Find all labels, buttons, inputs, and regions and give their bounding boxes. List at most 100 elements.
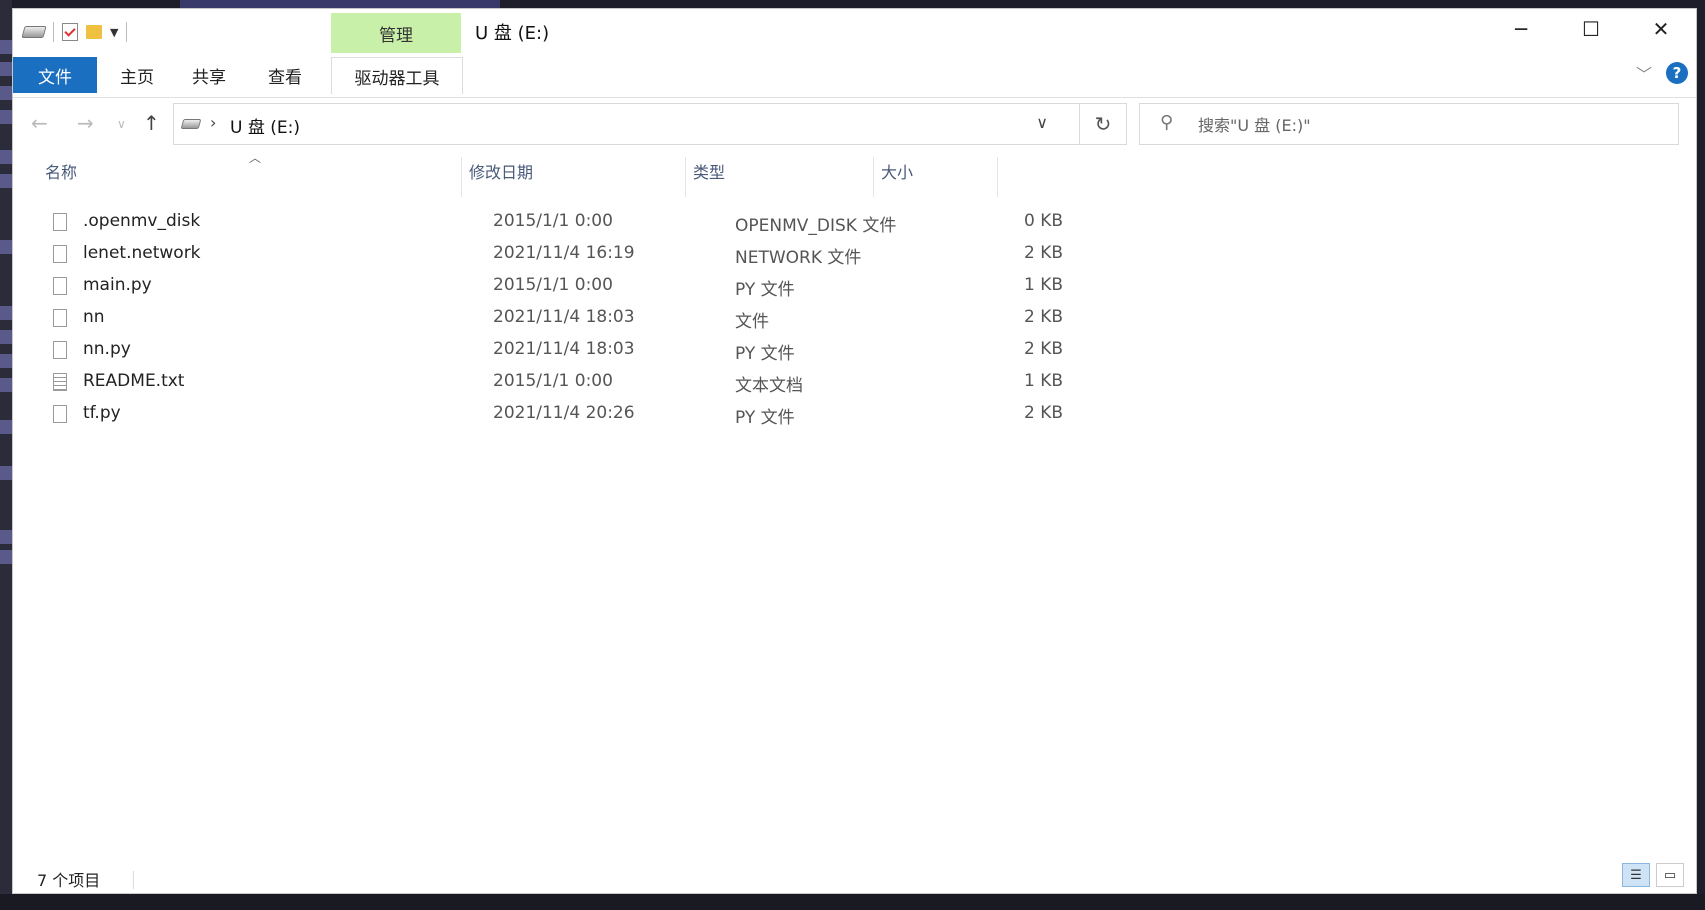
file-name: .openmv_disk — [83, 211, 201, 231]
tab-home[interactable]: 主页 — [109, 57, 165, 93]
back-arrow-icon[interactable]: ← — [31, 111, 48, 135]
file-row[interactable]: tf.py 2021/11/4 20:26 PY 文件 2 KB — [37, 399, 1067, 431]
tab-share[interactable]: 共享 — [181, 57, 237, 93]
status-separator — [133, 871, 134, 889]
file-row[interactable]: nn.py 2021/11/4 18:03 PY 文件 2 KB — [37, 335, 1067, 367]
address-dropdown-icon[interactable]: ∨ — [1036, 113, 1048, 132]
tab-view[interactable]: 查看 — [257, 57, 313, 93]
minimize-button[interactable]: ─ — [1486, 9, 1556, 49]
file-size: 1 KB — [1023, 275, 1063, 295]
close-button[interactable]: ✕ — [1626, 9, 1696, 49]
toolbar-separator — [126, 22, 128, 42]
file-date: 2015/1/1 0:00 — [493, 371, 613, 391]
file-size: 2 KB — [1023, 307, 1063, 327]
navigation-bar: ← → ∨ ↑ › U 盘 (E:) ∨ ↻ ⚲ — [13, 97, 1696, 149]
up-arrow-icon[interactable]: ↑ — [143, 111, 160, 135]
window-title: U 盘 (E:) — [475, 23, 550, 44]
file-name: nn — [83, 307, 105, 327]
column-divider[interactable] — [997, 157, 998, 197]
file-row[interactable]: nn 2021/11/4 18:03 文件 2 KB — [37, 303, 1067, 335]
file-size: 2 KB — [1023, 403, 1063, 423]
address-bar[interactable]: › U 盘 (E:) ∨ ↻ — [173, 103, 1127, 145]
ribbon-right-controls: ﹀ ? — [1636, 61, 1688, 85]
large-icons-view-button[interactable]: ▭ — [1656, 863, 1684, 887]
help-icon[interactable]: ? — [1666, 62, 1688, 84]
search-input[interactable] — [1196, 112, 1660, 138]
explorer-window: ▼ 管理 U 盘 (E:) ─ ☐ ✕ 文件 主页 共享 查看 驱动器工具 ﹀ … — [12, 8, 1697, 894]
tab-file[interactable]: 文件 — [13, 57, 97, 93]
breadcrumb-drive[interactable]: U 盘 (E:) — [230, 113, 300, 138]
column-header-type[interactable]: 类型 — [685, 149, 873, 193]
file-size: 0 KB — [1023, 211, 1063, 231]
file-type: PY 文件 — [735, 280, 795, 300]
file-row[interactable]: .openmv_disk 2015/1/1 0:00 OPENMV_DISK 文… — [37, 207, 1067, 239]
title-bar: ▼ 管理 U 盘 (E:) ─ ☐ ✕ — [13, 9, 1696, 53]
file-icon — [53, 245, 67, 263]
forward-arrow-icon[interactable]: → — [77, 111, 94, 135]
minimize-icon: ─ — [1514, 17, 1528, 41]
file-icon — [53, 309, 67, 327]
file-date: 2021/11/4 16:19 — [493, 243, 635, 263]
file-type: OPENMV_DISK 文件 — [735, 216, 897, 236]
text-document-icon — [53, 373, 67, 391]
file-row[interactable]: main.py 2015/1/1 0:00 PY 文件 1 KB — [37, 271, 1067, 303]
large-icons-view-icon: ▭ — [1663, 867, 1677, 883]
file-type: PY 文件 — [735, 344, 795, 364]
file-name: nn.py — [83, 339, 131, 359]
recent-locations-chevron-icon[interactable]: ∨ — [117, 117, 126, 131]
breadcrumb-chevron-icon[interactable]: › — [210, 113, 216, 132]
file-date: 2015/1/1 0:00 — [493, 275, 613, 295]
file-date: 2021/11/4 20:26 — [493, 403, 635, 423]
background-window-strip — [0, 0, 12, 910]
file-size: 2 KB — [1023, 243, 1063, 263]
ribbon-tab-bar: 文件 主页 共享 查看 驱动器工具 ﹀ ? — [13, 53, 1696, 98]
column-header-label: 名称 — [45, 163, 78, 182]
file-name: README.txt — [83, 371, 185, 391]
refresh-button[interactable]: ↻ — [1079, 104, 1126, 144]
search-icon: ⚲ — [1160, 112, 1174, 133]
file-name: main.py — [83, 275, 152, 295]
toolbar-separator — [53, 22, 54, 42]
file-type: 文件 — [735, 312, 769, 332]
drive-icon[interactable] — [21, 26, 47, 38]
file-type: NETWORK 文件 — [735, 248, 862, 268]
file-type: 文本文档 — [735, 376, 803, 396]
column-header-label: 类型 — [693, 163, 726, 182]
file-type: PY 文件 — [735, 408, 795, 428]
column-header-name[interactable]: 名称 — [37, 149, 457, 193]
file-date: 2021/11/4 18:03 — [493, 339, 635, 359]
details-view-icon: ☰ — [1630, 867, 1642, 883]
details-view-button[interactable]: ☰ — [1622, 863, 1650, 887]
file-date: 2015/1/1 0:00 — [493, 211, 613, 231]
item-count: 7 个项目 — [37, 871, 101, 890]
drive-icon — [180, 119, 202, 129]
file-icon — [53, 277, 67, 295]
maximize-icon: ☐ — [1582, 17, 1600, 41]
file-name: tf.py — [83, 403, 121, 423]
view-toggle-group: ☰ ▭ — [1622, 863, 1684, 887]
window-controls: ─ ☐ ✕ — [1486, 9, 1696, 49]
file-icon — [53, 405, 67, 423]
file-name: lenet.network — [83, 243, 201, 263]
search-box[interactable]: ⚲ — [1139, 103, 1679, 145]
file-row[interactable]: README.txt 2015/1/1 0:00 文本文档 1 KB — [37, 367, 1067, 399]
new-folder-icon[interactable] — [86, 25, 102, 39]
column-header-date[interactable]: 修改日期 — [461, 149, 685, 193]
manage-contextual-tab[interactable]: 管理 — [331, 13, 461, 53]
quick-access-toolbar: ▼ — [21, 19, 128, 45]
maximize-button[interactable]: ☐ — [1556, 9, 1626, 49]
column-header-size[interactable]: 大小 — [873, 149, 997, 193]
customize-toolbar-dropdown-icon[interactable]: ▼ — [110, 26, 118, 39]
file-size: 2 KB — [1023, 339, 1063, 359]
expand-ribbon-chevron-icon[interactable]: ﹀ — [1636, 61, 1652, 85]
refresh-icon: ↻ — [1094, 112, 1112, 136]
file-row[interactable]: lenet.network 2021/11/4 16:19 NETWORK 文件… — [37, 239, 1067, 271]
file-icon — [53, 341, 67, 359]
column-header-label: 修改日期 — [469, 163, 534, 182]
file-date: 2021/11/4 18:03 — [493, 307, 635, 327]
close-icon: ✕ — [1652, 17, 1670, 41]
background-taskbar — [0, 894, 1705, 910]
tab-drive-tools[interactable]: 驱动器工具 — [331, 57, 463, 94]
file-size: 1 KB — [1023, 371, 1063, 391]
properties-icon[interactable] — [62, 23, 78, 41]
